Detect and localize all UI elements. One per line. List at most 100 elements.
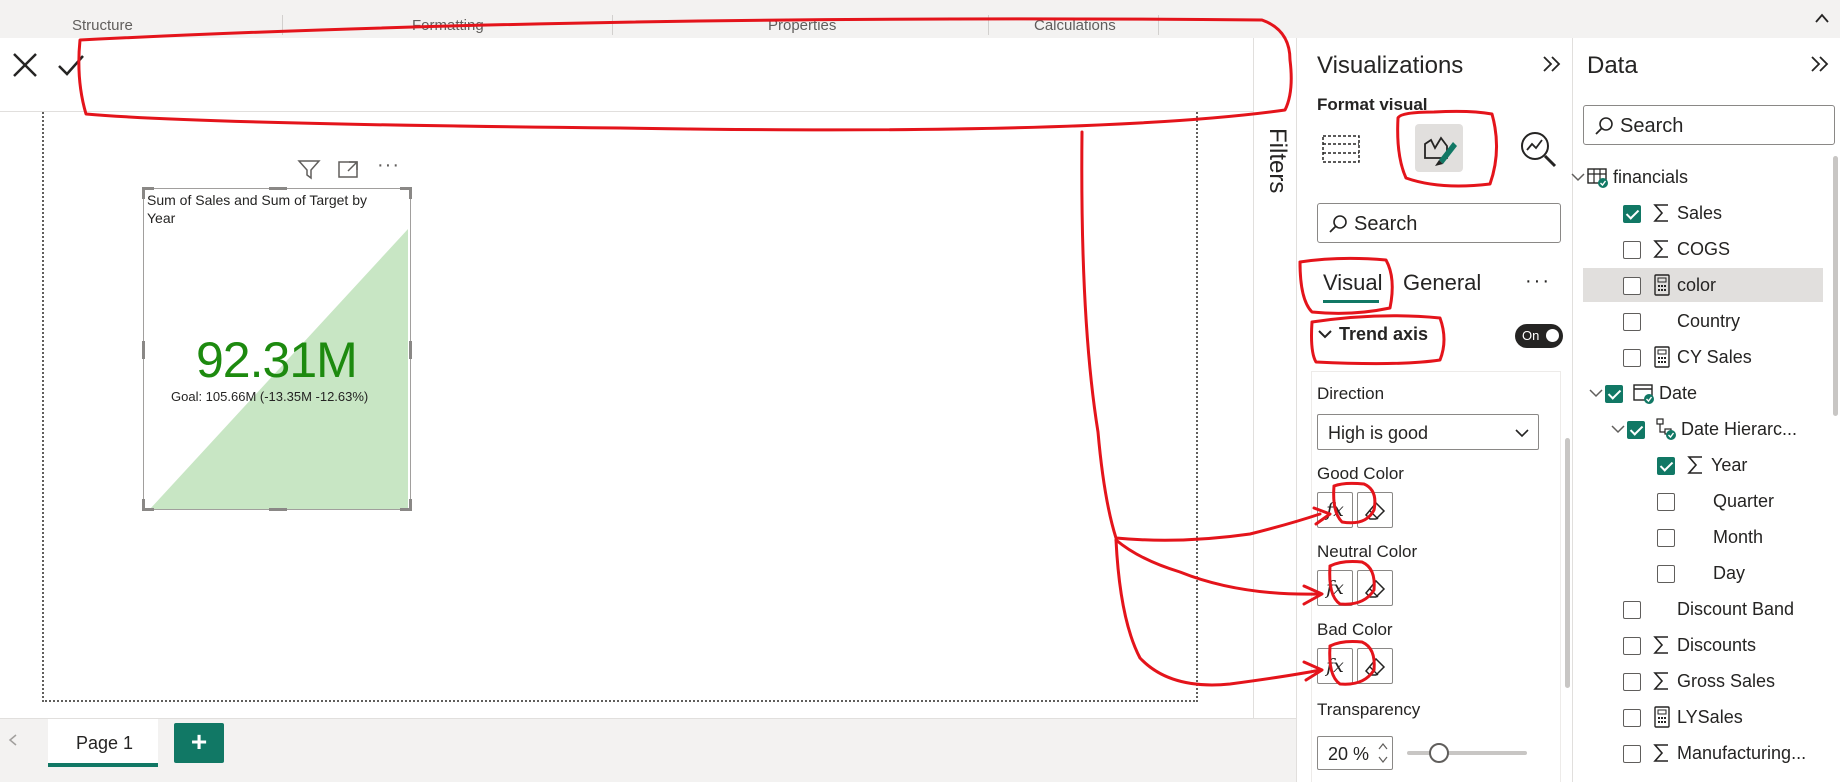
- search-placeholder: Search: [1354, 213, 1418, 235]
- more-options-icon[interactable]: ···: [1525, 270, 1551, 293]
- resize-handle[interactable]: [409, 187, 412, 199]
- field-checkbox[interactable]: [1623, 745, 1641, 763]
- direction-value: High is good: [1328, 423, 1429, 443]
- good-color-fx-button[interactable]: fx: [1317, 492, 1353, 528]
- data-field-year[interactable]: Year: [1583, 448, 1823, 482]
- build-visual-icon[interactable]: [1317, 124, 1365, 172]
- kpi-goal: Goal: 105.66M (-13.35M -12.63%): [171, 389, 369, 404]
- ribbon-group-properties[interactable]: Properties: [768, 17, 836, 34]
- chevron-down-icon[interactable]: [1611, 424, 1625, 434]
- sigma-icon: [1687, 456, 1702, 474]
- collapse-pane-icon[interactable]: [1541, 54, 1563, 74]
- bad-color-reset-button[interactable]: [1357, 648, 1393, 684]
- filters-label[interactable]: Filters: [1263, 128, 1291, 193]
- data-field-lysales[interactable]: LYSales: [1583, 700, 1823, 734]
- spin-arrows-icon[interactable]: [1378, 741, 1388, 765]
- add-page-button[interactable]: +: [174, 723, 224, 763]
- good-color-label: Good Color: [1317, 464, 1404, 483]
- format-visual-icon[interactable]: [1415, 124, 1463, 172]
- data-field-date-hierarc[interactable]: Date Hierarc...: [1583, 412, 1823, 446]
- kpi-title: Sum of Sales and Sum of Target by Year: [147, 192, 367, 226]
- more-options-icon[interactable]: ···: [377, 154, 400, 177]
- visual-header: ···: [293, 154, 413, 180]
- kpi-visual[interactable]: Sum of Sales and Sum of Target by Year 9…: [142, 187, 412, 511]
- field-label: Country: [1677, 311, 1741, 331]
- focus-mode-icon[interactable]: [337, 158, 361, 180]
- transparency-slider-thumb[interactable]: [1429, 743, 1449, 763]
- ribbon-group-calculations[interactable]: Calculations: [1034, 17, 1116, 34]
- data-field-financials[interactable]: financials: [1571, 160, 1823, 194]
- transparency-slider-track[interactable]: [1407, 751, 1527, 755]
- ribbon-group-formatting[interactable]: Formatting: [412, 17, 484, 34]
- good-color-reset-button[interactable]: [1357, 492, 1393, 528]
- page-nav-left-icon[interactable]: [8, 733, 18, 747]
- resize-handle[interactable]: [409, 499, 412, 511]
- resize-handle[interactable]: [142, 187, 145, 199]
- field-checkbox[interactable]: [1657, 457, 1675, 475]
- table-icon: [1587, 168, 1608, 188]
- resize-handle[interactable]: [142, 341, 145, 359]
- data-field-month[interactable]: Month: [1583, 520, 1823, 554]
- field-checkbox[interactable]: [1657, 529, 1675, 547]
- neutral-color-reset-button[interactable]: [1357, 570, 1393, 606]
- resize-handle[interactable]: [409, 341, 412, 359]
- data-field-cy-sales[interactable]: CY Sales: [1583, 340, 1823, 374]
- data-field-day[interactable]: Day: [1583, 556, 1823, 590]
- visualizations-search-input[interactable]: Search: [1317, 203, 1561, 243]
- field-label: Date: [1659, 383, 1698, 403]
- ribbon-group-structure[interactable]: Structure: [72, 17, 133, 34]
- data-field-date[interactable]: Date: [1583, 376, 1823, 410]
- field-checkbox[interactable]: [1623, 313, 1641, 331]
- report-canvas[interactable]: ··· Sum of Sales and Sum of Target by Ye…: [0, 112, 1253, 718]
- field-checkbox[interactable]: [1623, 349, 1641, 367]
- field-checkbox[interactable]: [1623, 709, 1641, 727]
- chevron-down-icon[interactable]: [1571, 172, 1585, 182]
- pane-scrollbar[interactable]: [1565, 438, 1570, 688]
- field-checkbox[interactable]: [1627, 421, 1645, 439]
- field-checkbox[interactable]: [1623, 241, 1641, 259]
- transparency-input[interactable]: 20 %: [1317, 736, 1393, 770]
- bad-color-fx-button[interactable]: fx: [1317, 648, 1353, 684]
- data-field-manufacturing[interactable]: Manufacturing...: [1583, 736, 1823, 770]
- collapse-pane-icon[interactable]: [1809, 54, 1831, 74]
- field-checkbox[interactable]: [1605, 385, 1623, 403]
- filter-icon[interactable]: [297, 158, 321, 180]
- field-checkbox[interactable]: [1623, 637, 1641, 655]
- cancel-formula-icon[interactable]: [8, 48, 42, 82]
- neutral-color-fx-button[interactable]: fx: [1317, 570, 1353, 606]
- tab-general[interactable]: General: [1403, 270, 1481, 296]
- field-checkbox[interactable]: [1623, 277, 1641, 295]
- data-search-input[interactable]: Search: [1583, 105, 1835, 145]
- data-field-cogs[interactable]: COGS: [1583, 232, 1823, 266]
- trend-axis-toggle[interactable]: On: [1515, 324, 1563, 348]
- data-field-gross-sales[interactable]: Gross Sales: [1583, 664, 1823, 698]
- pane-scrollbar[interactable]: [1833, 156, 1838, 416]
- calculator-icon: [1654, 706, 1670, 728]
- field-checkbox[interactable]: [1623, 601, 1641, 619]
- resize-handle[interactable]: [269, 187, 287, 190]
- ribbon-separator: [1158, 15, 1159, 35]
- resize-handle[interactable]: [269, 508, 287, 511]
- direction-dropdown[interactable]: High is good: [1317, 414, 1539, 450]
- analytics-icon[interactable]: [1515, 124, 1563, 172]
- calculator-icon: [1654, 274, 1670, 296]
- ribbon-separator: [612, 15, 613, 35]
- data-field-discount-band[interactable]: Discount Band: [1583, 592, 1823, 626]
- tab-visual[interactable]: Visual: [1323, 270, 1383, 296]
- kpi-value: 92.31M: [196, 332, 358, 388]
- data-field-quarter[interactable]: Quarter: [1583, 484, 1823, 518]
- commit-formula-icon[interactable]: [54, 48, 88, 82]
- field-checkbox[interactable]: [1623, 205, 1641, 223]
- data-field-color[interactable]: color: [1583, 268, 1823, 302]
- field-checkbox[interactable]: [1657, 493, 1675, 511]
- data-field-discounts[interactable]: Discounts: [1583, 628, 1823, 662]
- field-checkbox[interactable]: [1623, 673, 1641, 691]
- collapse-ribbon-icon[interactable]: [1814, 12, 1830, 24]
- chevron-down-icon[interactable]: [1589, 388, 1603, 398]
- data-field-sales[interactable]: Sales: [1583, 196, 1823, 230]
- resize-handle[interactable]: [142, 499, 145, 511]
- data-field-country[interactable]: Country: [1583, 304, 1823, 338]
- page-tab-page-1[interactable]: Page 1: [48, 719, 158, 767]
- hierarchy-icon: [1656, 418, 1676, 440]
- field-checkbox[interactable]: [1657, 565, 1675, 583]
